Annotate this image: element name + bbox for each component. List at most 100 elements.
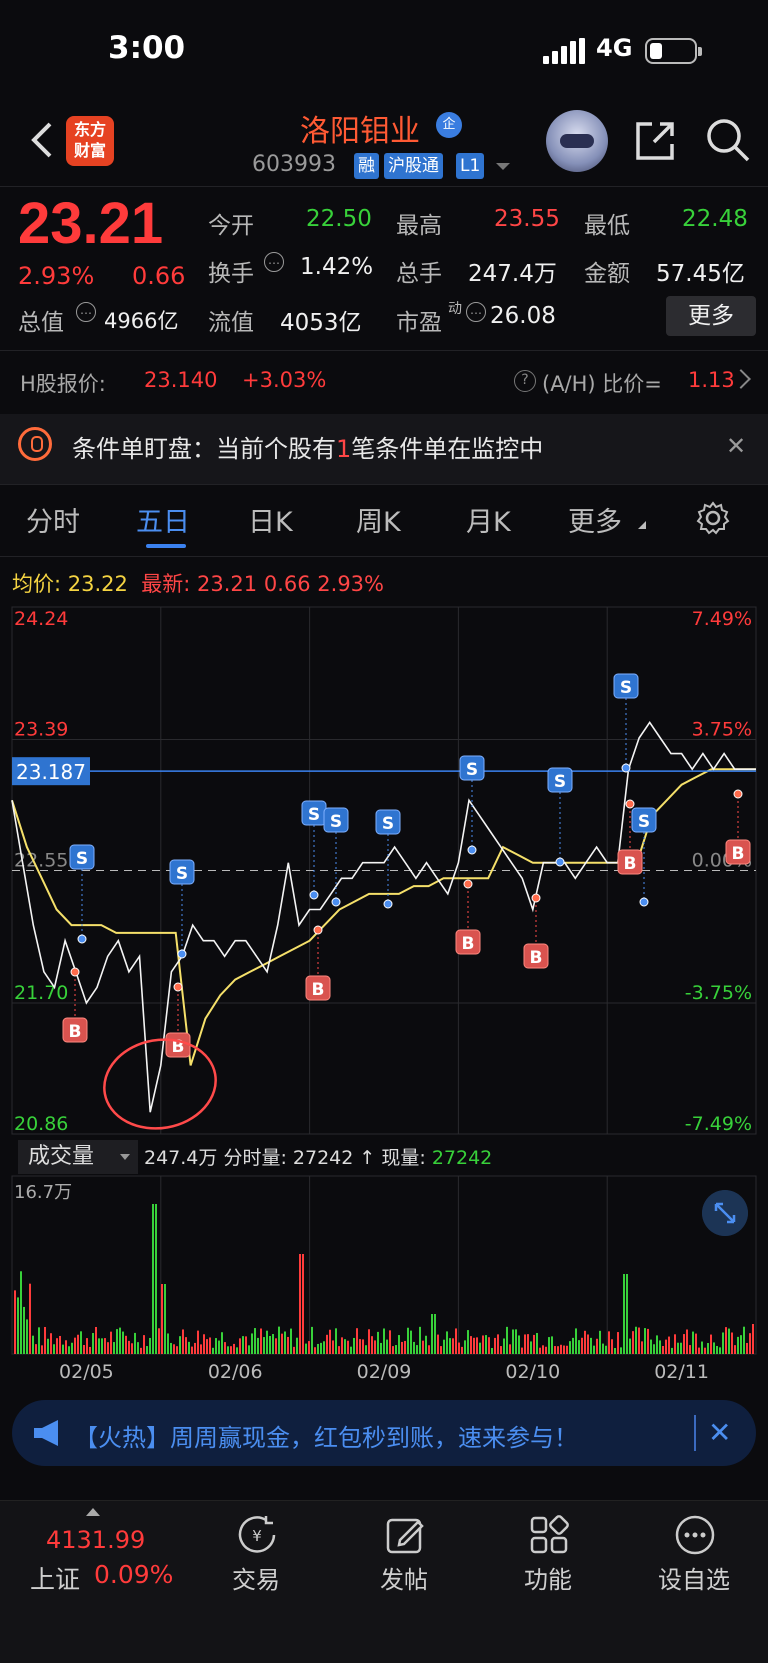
volume-bar [194, 1342, 196, 1354]
volume-bar [650, 1339, 652, 1354]
info-icon[interactable]: … [264, 252, 284, 272]
sell-mark-label: S [620, 678, 632, 698]
back-icon[interactable] [28, 120, 54, 160]
sell-mark-label: S [76, 849, 88, 869]
volume-bar [386, 1339, 388, 1354]
post-icon[interactable] [384, 1514, 426, 1556]
volume-bar [752, 1324, 754, 1354]
volume-bar [635, 1326, 637, 1354]
gear-icon[interactable] [696, 501, 730, 535]
volume-bar [431, 1314, 433, 1354]
buy-point [173, 982, 183, 992]
volume-bar [164, 1284, 166, 1354]
volume-bar [713, 1342, 715, 1354]
volume-bar [335, 1328, 337, 1354]
volume-bar [290, 1328, 292, 1354]
volume-bar [140, 1347, 142, 1354]
close-icon[interactable]: ✕ [726, 432, 746, 460]
volume-bar [572, 1337, 574, 1354]
volume-bar [695, 1333, 697, 1354]
buy-point [531, 893, 541, 903]
volume-bar [188, 1341, 190, 1354]
volume-bar [332, 1340, 334, 1354]
close-icon[interactable]: ✕ [708, 1416, 731, 1449]
search-icon[interactable] [704, 116, 752, 164]
index-expand-icon[interactable] [86, 1508, 100, 1516]
avg-price-row: 均价: 23.22 最新: 23.21 0.66 2.93% [12, 568, 384, 598]
nav-add-watchlist[interactable]: 设自选 [658, 1560, 730, 1595]
volume-bar [32, 1335, 34, 1354]
volume-bar [236, 1347, 238, 1354]
status-bar: 3:00 4G [0, 0, 768, 100]
more-button[interactable]: 更多 [666, 296, 756, 336]
tab-daily-k[interactable]: 日K [248, 500, 293, 539]
volume-bar [605, 1345, 607, 1354]
volume-bar [686, 1329, 688, 1354]
annotation-circle [103, 1038, 217, 1130]
volume-bar [578, 1340, 580, 1354]
volume-bar [296, 1337, 298, 1354]
chevron-down-icon[interactable] [496, 163, 510, 170]
index-value[interactable]: 4131.99 [46, 1526, 145, 1554]
volume-bar [197, 1330, 199, 1354]
tab-intraday[interactable]: 分时 [26, 500, 80, 539]
y-tick-label: 20.86 [14, 1113, 68, 1135]
y-tick-label-pct: -3.75% [685, 982, 752, 1004]
sell-point [77, 934, 87, 944]
volume-bar [545, 1346, 547, 1354]
volume-bar [77, 1334, 79, 1354]
volume-bar [263, 1337, 265, 1354]
volume-bar [563, 1345, 565, 1354]
volume-bar [740, 1335, 742, 1354]
tab-monthly-k[interactable]: 月K [466, 500, 511, 539]
volume-bar [350, 1346, 352, 1354]
volume-bar [362, 1339, 364, 1354]
share-icon[interactable] [632, 118, 678, 164]
index-pct[interactable]: 0.09% [94, 1560, 173, 1589]
volume-bar [593, 1345, 595, 1354]
high-label: 最高 [396, 213, 442, 239]
more-dots-icon[interactable] [674, 1514, 716, 1556]
index-name[interactable]: 上证 [30, 1560, 80, 1596]
tab-five-day[interactable]: 五日 [136, 500, 190, 539]
nav-trade[interactable]: 交易 [232, 1560, 280, 1595]
nav-post[interactable]: 发帖 [380, 1560, 428, 1595]
five-day-chart[interactable]: 24.24 7.49%23.39 3.75%22.55 0.00%21.70 -3.75… [0, 600, 768, 1380]
info-icon[interactable]: … [466, 302, 486, 322]
info-icon[interactable]: … [76, 302, 96, 322]
volume-bar [410, 1330, 412, 1354]
volume-bar [542, 1345, 544, 1354]
volume-bar [512, 1329, 514, 1354]
volume-bar [503, 1338, 505, 1354]
tab-more[interactable]: 更多 [568, 500, 622, 539]
volume-bar [389, 1330, 391, 1354]
volume-bar [80, 1331, 82, 1354]
assistant-robot-icon[interactable] [546, 110, 608, 172]
dropdown-triangle-icon [638, 521, 646, 529]
nav-functions[interactable]: 功能 [524, 1560, 572, 1595]
volume-bar [518, 1335, 520, 1354]
buy-point [70, 967, 80, 977]
volume-bar [404, 1340, 406, 1354]
volume-bar [416, 1345, 418, 1354]
volume-bar [329, 1329, 331, 1354]
tab-weekly-k[interactable]: 周K [356, 500, 401, 539]
volume-bar [659, 1340, 661, 1354]
volume-bar [737, 1336, 739, 1354]
expand-icon[interactable] [702, 1190, 748, 1236]
volume-bar [671, 1347, 673, 1354]
volume-indicator-button[interactable]: 成交量 [18, 1140, 138, 1174]
volume-bar [614, 1347, 616, 1354]
volume-bar [338, 1346, 340, 1354]
y-tick-label: 21.70 [14, 982, 68, 1004]
latest-label: 最新: [141, 572, 191, 596]
volume-bar [212, 1347, 214, 1354]
trade-icon[interactable]: ¥ [236, 1514, 278, 1556]
volume-bar [464, 1340, 466, 1354]
volume-bar [341, 1337, 343, 1354]
volume-bar [581, 1337, 583, 1354]
volume-bar [455, 1328, 457, 1354]
help-icon[interactable]: ? [514, 370, 536, 392]
functions-icon[interactable] [528, 1514, 570, 1556]
volume-bar [662, 1345, 664, 1354]
